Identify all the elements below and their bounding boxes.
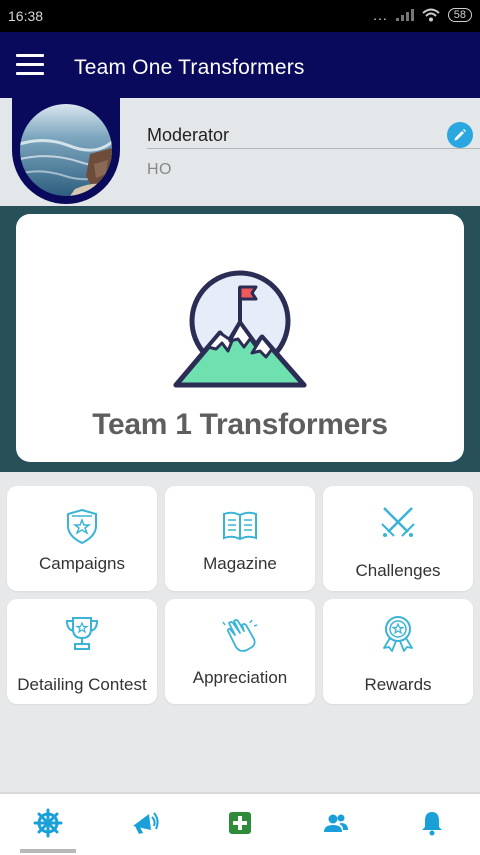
notification-dots: ... xyxy=(373,7,388,23)
status-bar: 16:38 ... 58 xyxy=(0,0,480,32)
tile-label: Appreciation xyxy=(192,668,288,687)
medal-badge-icon xyxy=(383,616,413,652)
name-underline xyxy=(147,148,480,149)
nav-add[interactable] xyxy=(225,808,255,838)
nav-home[interactable] xyxy=(33,808,63,838)
avatar[interactable] xyxy=(20,104,112,196)
signal-icon xyxy=(395,9,414,21)
banner-card: Team 1 Transformers xyxy=(16,214,464,462)
pencil-icon xyxy=(454,129,466,141)
status-time: 16:38 xyxy=(8,8,44,24)
feature-grid: Campaigns Magazine Challenges Detailing … xyxy=(0,472,480,790)
edit-profile-button[interactable] xyxy=(447,122,473,148)
tile-detailing-contest[interactable]: Detailing Contest xyxy=(7,599,157,704)
mountain-flag-logo xyxy=(173,270,307,388)
add-box-icon xyxy=(229,812,251,834)
tile-magazine[interactable]: Magazine xyxy=(165,486,315,591)
tile-campaigns[interactable]: Campaigns xyxy=(7,486,157,591)
nav-team[interactable] xyxy=(321,808,351,838)
app-bar: Team One Transformers xyxy=(0,32,480,98)
profile-name: Moderator xyxy=(147,125,230,145)
battery-icon: 58 xyxy=(447,8,472,22)
app-title: Team One Transformers xyxy=(74,56,305,79)
nav-notifications[interactable] xyxy=(417,808,447,838)
open-book-icon xyxy=(223,511,257,541)
nav-announcements[interactable] xyxy=(129,808,159,838)
tile-rewards[interactable]: Rewards xyxy=(323,599,473,704)
tile-label: Magazine xyxy=(203,554,277,573)
avatar-frame xyxy=(12,98,120,204)
tile-label: Challenges xyxy=(355,561,441,580)
tile-label: Campaigns xyxy=(39,554,125,573)
tile-label: Rewards xyxy=(364,675,432,694)
hamburger-menu-icon[interactable] xyxy=(16,54,44,76)
banner-section: Team 1 Transformers xyxy=(0,206,480,472)
tile-appreciation[interactable]: Appreciation xyxy=(165,599,315,704)
bell-icon xyxy=(422,812,442,836)
profile-org: HO xyxy=(147,161,172,178)
shield-star-icon xyxy=(67,508,97,545)
active-tab-indicator xyxy=(20,849,76,853)
megaphone-icon xyxy=(133,812,159,834)
trophy-icon xyxy=(65,617,99,650)
clapping-hands-icon xyxy=(222,619,258,652)
wifi-icon xyxy=(422,8,440,22)
crossed-swords-icon xyxy=(381,507,415,537)
tile-label: Detailing Contest xyxy=(17,675,147,694)
bottom-navigation xyxy=(0,792,480,855)
banner-title: Team 1 Transformers xyxy=(92,408,388,441)
people-icon xyxy=(324,814,348,832)
tile-challenges[interactable]: Challenges xyxy=(323,486,473,591)
wheel-icon xyxy=(33,808,63,838)
profile-header: Moderator HO xyxy=(0,98,480,206)
